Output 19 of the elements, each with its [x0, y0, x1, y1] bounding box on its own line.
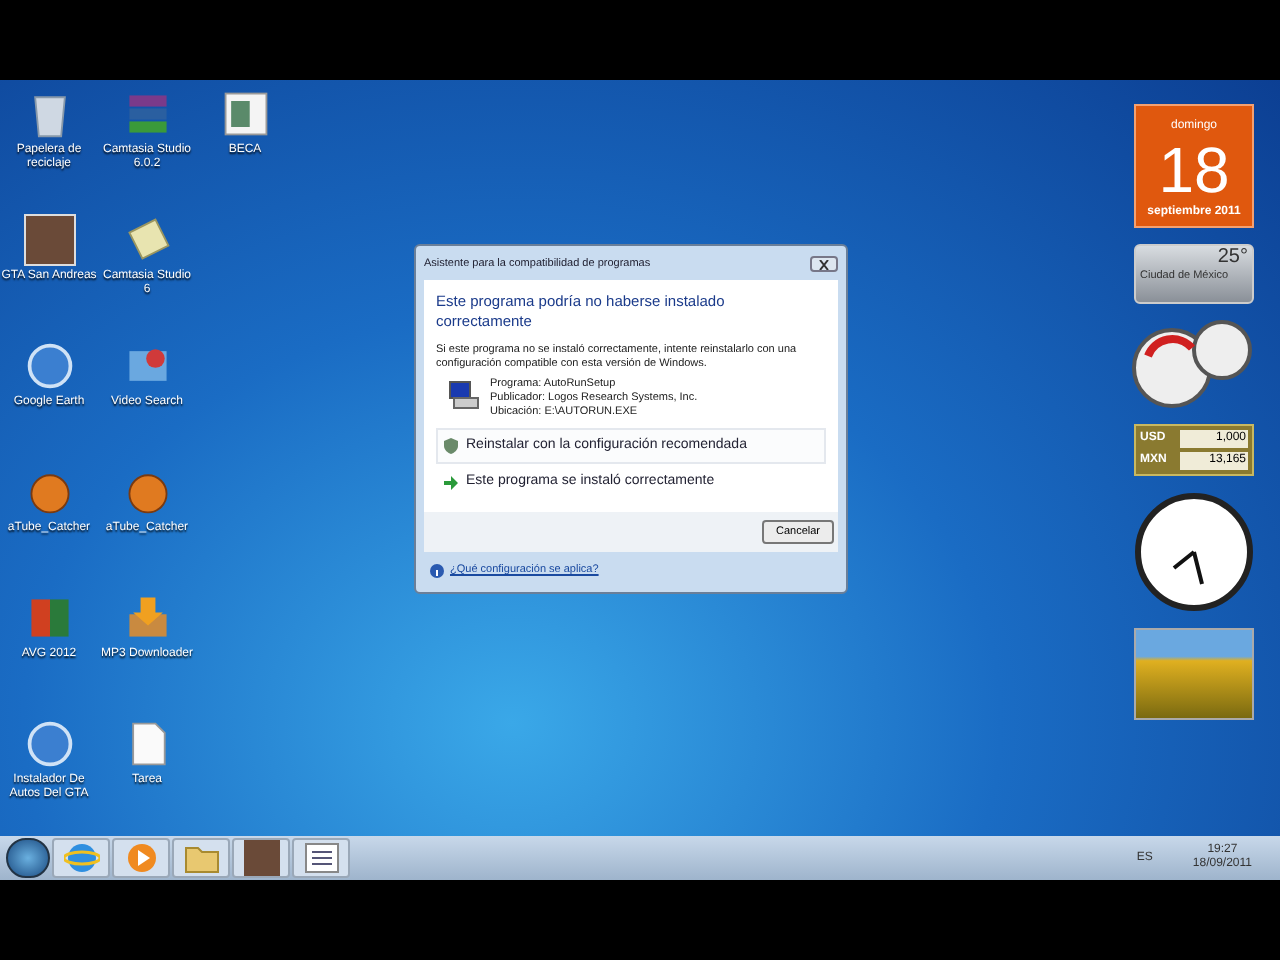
close-icon	[818, 259, 830, 269]
browser-icon[interactable]	[63, 840, 99, 876]
gauges-drawing	[1132, 320, 1256, 408]
photo-placeholder	[23, 214, 75, 266]
start-button[interactable]	[6, 838, 50, 878]
close-button[interactable]	[810, 256, 838, 272]
temperature: 25°	[1217, 246, 1248, 268]
computer-setup-icon	[448, 378, 480, 410]
list-icon[interactable]	[303, 840, 339, 876]
document-icon	[219, 88, 271, 140]
shield-icon	[444, 438, 458, 454]
day-number: 18	[1158, 136, 1230, 204]
photo-placeholder[interactable]	[243, 840, 279, 876]
photo-placeholder	[1134, 628, 1254, 720]
globe-icon	[23, 718, 75, 770]
arrow-icon	[444, 475, 458, 489]
globe-icon	[23, 340, 75, 392]
clock-drawing	[1134, 492, 1254, 612]
info-icon	[430, 563, 444, 578]
